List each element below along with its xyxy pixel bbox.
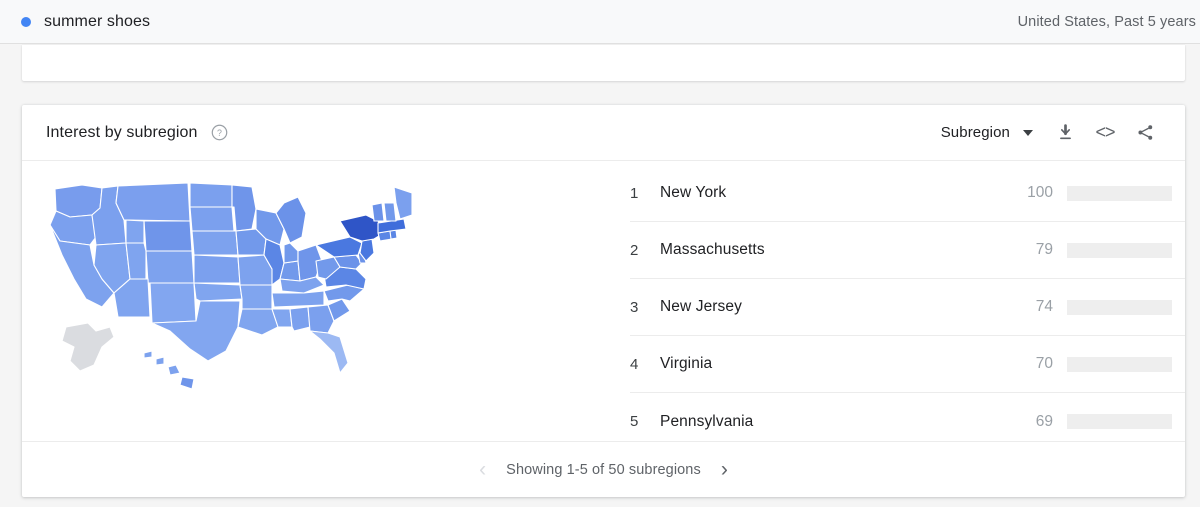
state-nebraska[interactable] xyxy=(192,231,238,255)
interest-by-subregion-card: Interest by subregion ? Subregion <> xyxy=(22,105,1185,497)
search-term-chip[interactable]: summer shoes xyxy=(21,13,150,31)
subregion-select-label[interactable]: Subregion xyxy=(941,124,1010,141)
download-icon[interactable] xyxy=(1047,115,1083,151)
chevron-down-icon[interactable] xyxy=(1023,130,1033,136)
map-pane xyxy=(22,161,630,441)
chevron-right-icon[interactable]: › xyxy=(721,459,728,480)
row-value: 69 xyxy=(1009,413,1053,431)
row-rank: 5 xyxy=(630,413,660,430)
table-row[interactable]: 1 New York 100 xyxy=(630,165,1185,222)
row-rank: 2 xyxy=(630,242,660,259)
state-new-mexico[interactable] xyxy=(150,283,196,323)
page-title: Interest by subregion xyxy=(46,124,198,142)
state-arkansas[interactable] xyxy=(240,285,272,309)
row-rank: 4 xyxy=(630,356,660,373)
subregion-ranked-list: 1 New York 100 2 Massachusetts 79 3 New … xyxy=(630,161,1185,441)
card-toolbar: Subregion <> xyxy=(941,115,1163,151)
row-region-name[interactable]: New Jersey xyxy=(660,298,1009,316)
row-value: 100 xyxy=(1009,184,1053,202)
row-bar-track xyxy=(1067,186,1172,201)
search-term-bar: summer shoes United States, Past 5 years xyxy=(0,0,1200,44)
state-colorado[interactable] xyxy=(146,251,194,283)
previous-card-partial xyxy=(22,45,1185,81)
state-utah-2[interactable] xyxy=(126,220,144,243)
state-tennessee[interactable] xyxy=(272,291,324,307)
state-maine[interactable] xyxy=(394,187,412,219)
row-value: 70 xyxy=(1009,355,1053,373)
help-circle-icon[interactable]: ? xyxy=(211,124,228,141)
state-oklahoma[interactable] xyxy=(194,283,242,301)
embed-code-icon[interactable]: <> xyxy=(1087,115,1123,151)
row-value: 74 xyxy=(1009,298,1053,316)
embed-code-glyph: <> xyxy=(1095,122,1114,143)
svg-text:?: ? xyxy=(217,128,222,138)
united-states-choropleth-map[interactable] xyxy=(40,175,420,405)
pagination-status: Showing 1-5 of 50 subregions xyxy=(506,462,701,478)
table-row[interactable]: 2 Massachusetts 79 xyxy=(630,222,1185,279)
row-bar-track xyxy=(1067,300,1172,315)
state-kansas[interactable] xyxy=(194,255,240,283)
row-rank: 3 xyxy=(630,299,660,316)
row-bar-track xyxy=(1067,357,1172,372)
card-header: Interest by subregion ? Subregion <> xyxy=(22,105,1185,161)
state-alabama[interactable] xyxy=(290,307,310,331)
state-alaska[interactable] xyxy=(62,323,114,371)
table-row[interactable]: 4 Virginia 70 xyxy=(630,336,1185,393)
state-utah[interactable] xyxy=(126,243,146,279)
share-icon[interactable] xyxy=(1127,115,1163,151)
state-hawaii[interactable] xyxy=(144,351,194,389)
state-indiana-2[interactable] xyxy=(284,243,298,263)
state-wyoming[interactable] xyxy=(144,221,192,251)
table-row[interactable]: 5 Pennsylvania 69 xyxy=(630,393,1185,450)
row-bar-track xyxy=(1067,414,1172,429)
row-rank: 1 xyxy=(630,185,660,202)
card-body: 1 New York 100 2 Massachusetts 79 3 New … xyxy=(22,161,1185,441)
row-region-name[interactable]: Massachusetts xyxy=(660,241,1009,259)
state-new-hampshire[interactable] xyxy=(384,203,396,221)
state-pennsylvania[interactable] xyxy=(316,237,362,257)
state-florida[interactable] xyxy=(310,331,348,373)
state-minnesota[interactable] xyxy=(232,185,256,231)
chevron-left-icon[interactable]: ‹ xyxy=(479,459,486,480)
table-row[interactable]: 3 New Jersey 74 xyxy=(630,279,1185,336)
scope-summary: United States, Past 5 years xyxy=(1018,14,1196,30)
state-south-dakota[interactable] xyxy=(190,207,234,231)
row-region-name[interactable]: Virginia xyxy=(660,355,1009,373)
row-bar-track xyxy=(1067,243,1172,258)
state-louisiana[interactable] xyxy=(238,309,278,335)
row-value: 79 xyxy=(1009,241,1053,259)
state-vermont[interactable] xyxy=(372,203,384,221)
search-term-label: summer shoes xyxy=(44,13,150,31)
row-region-name[interactable]: Pennsylvania xyxy=(660,413,1009,431)
row-region-name[interactable]: New York xyxy=(660,184,1009,202)
series-color-dot xyxy=(21,17,31,27)
state-north-dakota[interactable] xyxy=(190,183,232,207)
state-montana[interactable] xyxy=(116,183,190,221)
